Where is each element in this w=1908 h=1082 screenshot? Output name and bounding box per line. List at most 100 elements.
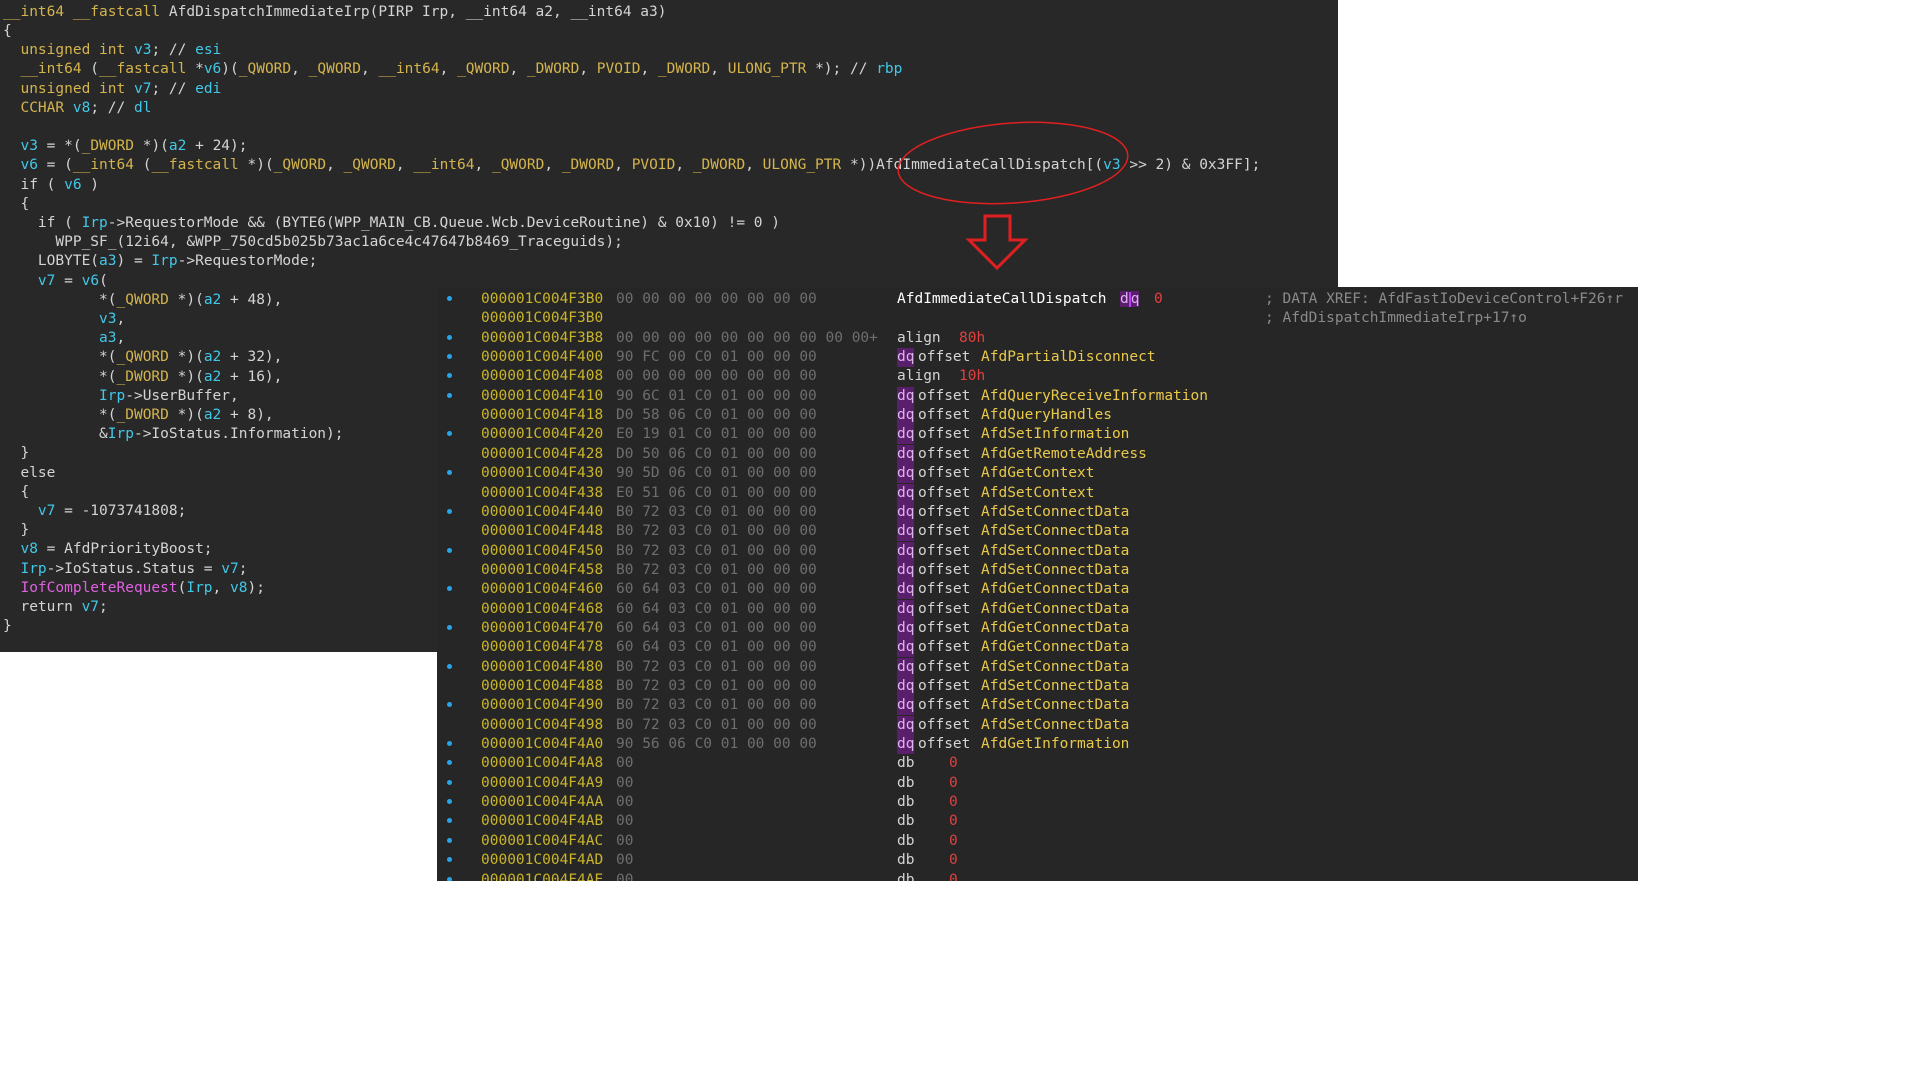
breakpoint-dot[interactable] <box>447 760 452 766</box>
db-directive: db <box>897 794 915 811</box>
code-line[interactable]: else <box>3 464 55 483</box>
offset-keyword: offset <box>918 426 971 443</box>
code-line[interactable]: Irp->IoStatus.Status = v7; <box>3 560 247 579</box>
hex-bytes: 00 <box>616 774 634 791</box>
db-directive: db <box>897 755 915 772</box>
xref-comment-1: ; DATA XREF: AfdFastIoDeviceControl+F26↑… <box>1265 291 1623 307</box>
offset-keyword: offset <box>918 349 971 366</box>
breakpoint-dot[interactable] <box>447 799 452 805</box>
hex-address: 000001C004F4A9 <box>481 774 604 791</box>
code-line[interactable]: return v7; <box>3 598 107 617</box>
code-line[interactable]: v3 = *(_DWORD *)(a2 + 24); <box>3 137 247 156</box>
breakpoint-dot[interactable] <box>447 702 452 708</box>
offset-target: AfdPartialDisconnect <box>981 349 1156 366</box>
offset-keyword: offset <box>918 658 971 675</box>
code-line[interactable]: v7 = -1073741808; <box>3 502 186 521</box>
code-line[interactable]: } <box>3 521 29 540</box>
code-line[interactable]: WPP_SF_(12i64, &WPP_750cd5b025b73ac1a6ce… <box>3 233 622 252</box>
code-line[interactable]: { <box>3 22 12 41</box>
code-line[interactable]: if ( Irp->RequestorMode && (BYTE6(WPP_MA… <box>3 214 780 233</box>
code-line[interactable]: IofCompleteRequest(Irp, v8); <box>3 579 264 598</box>
dq-directive: dq <box>897 599 915 619</box>
db-directive: db <box>897 871 915 882</box>
function-signature[interactable]: __int64 __fastcall AfdDispatchImmediateI… <box>3 3 666 22</box>
breakpoint-dot[interactable] <box>447 334 452 340</box>
offset-target: AfdGetConnectData <box>981 639 1130 656</box>
code-line[interactable]: __int64 (__fastcall *v6)(_QWORD, _QWORD,… <box>3 60 902 79</box>
dq-directive: dq <box>897 580 915 600</box>
breakpoint-dot[interactable] <box>447 818 452 824</box>
disassembly-view[interactable]: 000001C004F3B0 00 00 00 00 00 00 00 00 Afd… <box>437 287 1638 881</box>
code-line[interactable]: v3, <box>3 310 125 329</box>
breakpoint-dot[interactable] <box>447 392 452 398</box>
offset-target: AfdSetConnectData <box>981 523 1130 540</box>
breakpoint-dot[interactable] <box>447 547 452 553</box>
code-line[interactable]: v8 = AfdPriorityBoost; <box>3 540 212 559</box>
code-line[interactable]: Irp->UserBuffer, <box>3 387 239 406</box>
breakpoint-dot[interactable] <box>447 779 452 785</box>
breakpoint-dot[interactable] <box>447 431 452 437</box>
hex-address: 000001C004F410 <box>481 387 604 404</box>
offset-target: AfdSetConnectData <box>981 678 1130 694</box>
offset-keyword: offset <box>918 407 971 424</box>
breakpoint-dot[interactable] <box>447 470 452 476</box>
hex-bytes: 00 <box>616 832 634 849</box>
code-line[interactable]: { <box>3 483 29 502</box>
code-line[interactable]: *(_DWORD *)(a2 + 8), <box>3 406 274 425</box>
hex-address: 000001C004F450 <box>481 542 604 559</box>
dq-directive: dq <box>897 618 915 638</box>
code-line[interactable]: v7 = v6( <box>3 272 108 291</box>
code-line[interactable]: *(_DWORD *)(a2 + 16), <box>3 368 282 387</box>
align-directive: align <box>897 329 941 346</box>
code-line[interactable]: if ( v6 ) <box>3 176 99 195</box>
breakpoint-dot[interactable] <box>447 354 452 360</box>
hex-address: 000001C004F4AD <box>481 852 604 869</box>
dq-directive: dq <box>897 348 915 368</box>
breakpoint-dot[interactable] <box>447 508 452 514</box>
breakpoint-dot[interactable] <box>447 373 452 379</box>
hex-bytes: B0 72 03 C0 01 00 00 00 <box>616 542 817 559</box>
breakpoint-dot[interactable] <box>447 586 452 592</box>
code-line[interactable]: &Irp->IoStatus.Information); <box>3 425 343 444</box>
offset-target: AfdGetRemoteAddress <box>981 445 1147 462</box>
breakpoint-dot[interactable] <box>447 741 452 747</box>
breakpoint-dot[interactable] <box>447 296 452 301</box>
dq-directive: dq <box>897 638 915 658</box>
dq-directive: dq <box>897 735 915 755</box>
hex-bytes: 00 <box>616 755 634 772</box>
hex-address: 000001C004F4A0 <box>481 736 604 753</box>
offset-keyword: offset <box>918 542 971 559</box>
code-line[interactable]: unsigned int v3; // esi <box>3 41 221 60</box>
hex-address: 000001C004F458 <box>481 561 604 578</box>
offset-target: AfdGetConnectData <box>981 600 1130 617</box>
code-line[interactable]: } <box>3 617 12 636</box>
dq-directive: dq <box>897 522 915 542</box>
offset-target: AfdSetConnectData <box>981 542 1130 559</box>
code-line[interactable]: a3, <box>3 329 125 348</box>
code-line[interactable]: CCHAR v8; // dl <box>3 99 151 118</box>
breakpoint-dot[interactable] <box>447 837 452 843</box>
hex-address: 000001C004F4A8 <box>481 755 604 772</box>
db-value: 0 <box>949 774 958 791</box>
breakpoint-dot[interactable] <box>447 857 452 863</box>
db-value: 0 <box>949 813 958 830</box>
code-line[interactable]: } <box>3 444 29 463</box>
dq-directive: dq <box>897 696 915 716</box>
code-line[interactable]: LOBYTE(a3) = Irp->RequestorMode; <box>3 252 317 271</box>
code-line[interactable]: *(_QWORD *)(a2 + 48), <box>3 291 282 310</box>
offset-target: AfdGetConnectData <box>981 619 1130 636</box>
breakpoint-dot[interactable] <box>447 624 452 630</box>
offset-keyword: offset <box>918 697 971 714</box>
hex-address: 000001C004F478 <box>481 639 604 656</box>
code-line[interactable]: { <box>3 195 29 214</box>
breakpoint-dot[interactable] <box>447 663 452 669</box>
offset-keyword: offset <box>918 581 971 598</box>
hex-address: 000001C004F4AA <box>481 794 604 811</box>
breakpoint-dot[interactable] <box>447 876 452 881</box>
code-line[interactable]: v6 = (__int64 (__fastcall *)(_QWORD, _QW… <box>3 156 1260 175</box>
hex-address: 000001C004F4AB <box>481 813 604 830</box>
code-line[interactable]: unsigned int v7; // edi <box>3 80 221 99</box>
offset-target: AfdSetConnectData <box>981 697 1130 714</box>
code-line[interactable]: *(_QWORD *)(a2 + 32), <box>3 348 282 367</box>
dq-directive: dq <box>897 464 915 484</box>
